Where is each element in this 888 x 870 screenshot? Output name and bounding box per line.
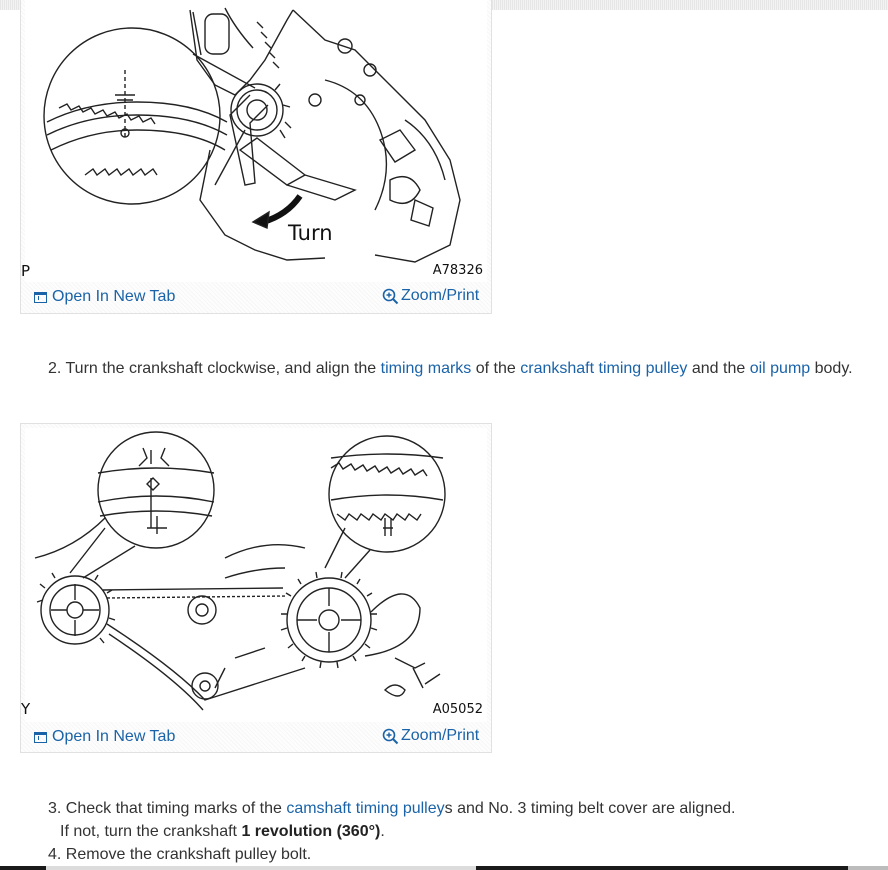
step-3-text: 3. Check that timing marks of the [48, 800, 287, 817]
timing-marks-link[interactable]: timing marks [381, 360, 472, 377]
zoom-icon [382, 288, 399, 304]
step-3-note-text: . [380, 823, 385, 840]
step-3-text: s and No. 3 timing belt cover are aligne… [444, 800, 736, 817]
zoom-print-label: Zoom/Print [401, 287, 480, 304]
oil-pump-link[interactable]: oil pump [750, 360, 810, 377]
camshaft-timing-pulley-link[interactable]: camshaft timing pulley [286, 800, 444, 817]
zoom-icon [382, 728, 399, 744]
step-4: 4. Remove the crankshaft pulley bolt. [48, 843, 311, 866]
scrollbar-track-end [848, 866, 888, 870]
step-3-note: If not, turn the crankshaft 1 revolution… [60, 820, 385, 843]
revolution-bold: 1 revolution (360°) [241, 823, 381, 840]
crankshaft-timing-pulley-link[interactable]: crankshaft timing pulley [520, 360, 687, 377]
figure-image-2[interactable] [25, 428, 487, 722]
figure-image-1[interactable] [25, 0, 487, 282]
zoom-print-link[interactable]: Zoom/Print [382, 287, 479, 305]
step-3: 3. Check that timing marks of the camsha… [48, 797, 735, 820]
step-2-text: 2. Turn the crankshaft clockwise, and al… [48, 360, 381, 377]
timing-belt-illustration [34, 431, 446, 711]
zoom-print-label: Zoom/Print [401, 727, 480, 744]
figure-letter: Y [21, 700, 31, 718]
open-new-tab-link[interactable]: Open In New Tab [34, 288, 175, 306]
scrollbar-track [46, 866, 476, 870]
step-3-note-text: If not, turn the crankshaft [60, 823, 242, 840]
step-2: 2. Turn the crankshaft clockwise, and al… [48, 357, 853, 380]
figure-code: A05052 [432, 702, 483, 717]
open-new-tab-icon [34, 731, 47, 743]
bottom-scrollbar[interactable] [0, 866, 888, 870]
turn-label: Turn [288, 221, 333, 245]
figure-panel-1: Turn P A78326 Open In New Tab Zoom/Print [20, 0, 492, 314]
open-new-tab-label: Open In New Tab [52, 728, 176, 745]
step-4-text: 4. Remove the crankshaft pulley bolt. [48, 846, 312, 863]
figure-panel-2: Y A05052 Open In New Tab Zoom/Print [20, 423, 492, 753]
open-new-tab-icon [34, 291, 47, 303]
timing-pulley-illustration [43, 7, 461, 263]
step-2-text: body. [810, 360, 853, 377]
zoom-print-link[interactable]: Zoom/Print [382, 727, 479, 745]
step-2-text: and the [687, 360, 750, 377]
open-new-tab-label: Open In New Tab [52, 288, 176, 305]
step-2-text: of the [471, 360, 521, 377]
open-new-tab-link[interactable]: Open In New Tab [34, 728, 175, 746]
figure-code: A78326 [432, 263, 483, 278]
figure-letter: P [21, 262, 31, 280]
